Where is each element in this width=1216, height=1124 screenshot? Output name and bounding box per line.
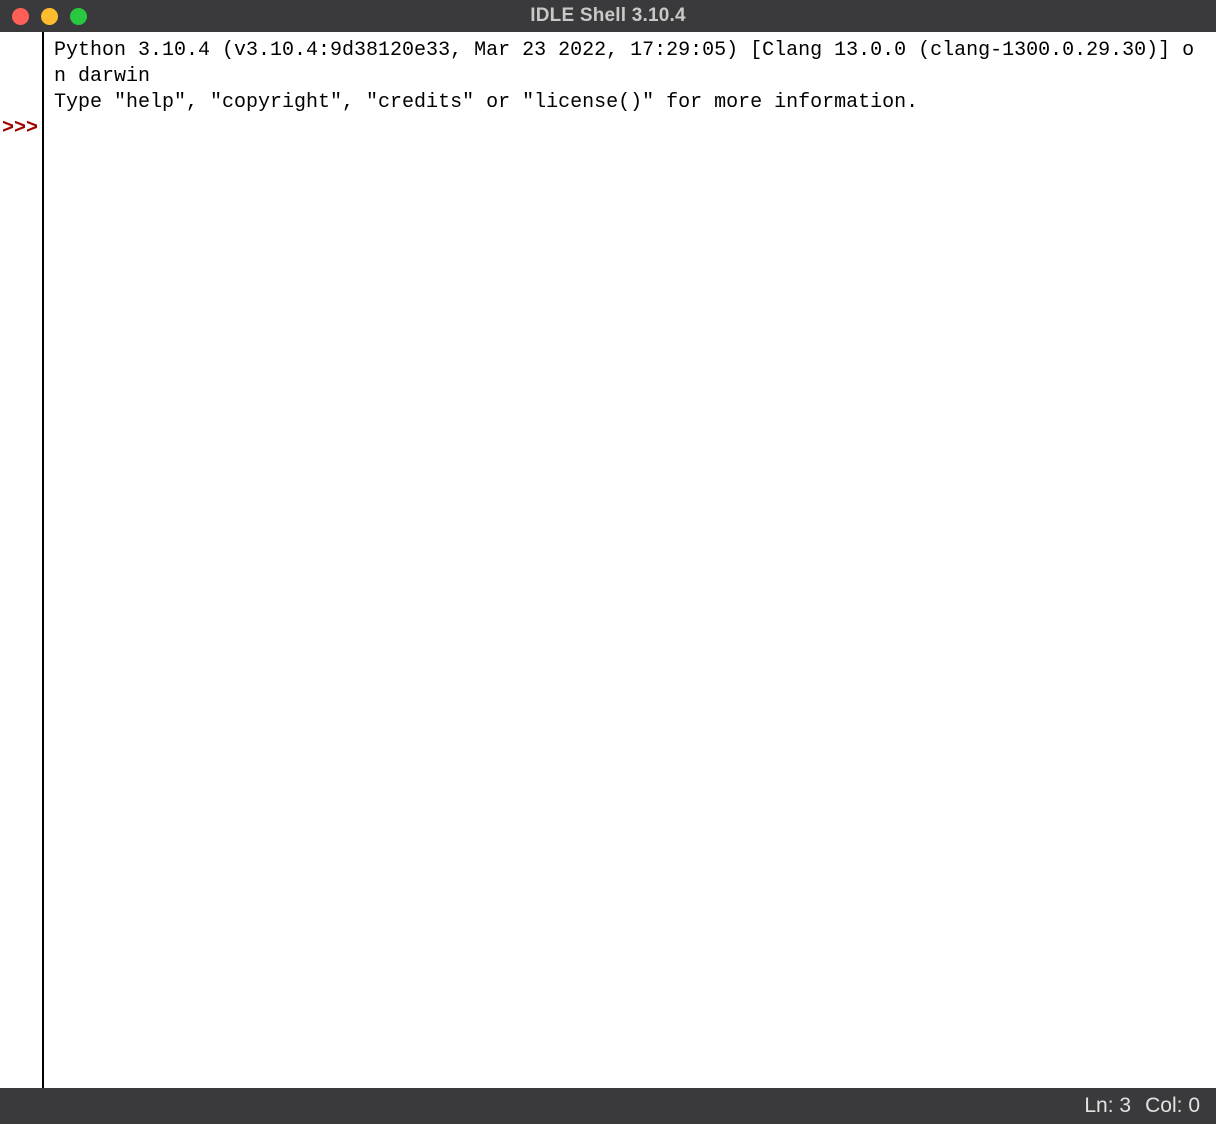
statusbar: Ln: 3 Col: 0 xyxy=(0,1088,1216,1124)
window-title: IDLE Shell 3.10.4 xyxy=(530,5,685,27)
blank-line xyxy=(26,91,38,114)
prompt: >>> xyxy=(2,117,38,140)
zoom-icon[interactable] xyxy=(70,8,87,25)
prompt-gutter: >>> xyxy=(0,32,44,1088)
titlebar: IDLE Shell 3.10.4 xyxy=(0,0,1216,32)
shell-output[interactable]: Python 3.10.4 (v3.10.4:9d38120e33, Mar 2… xyxy=(44,32,1216,1088)
col-indicator: Col: 0 xyxy=(1145,1094,1200,1118)
close-icon[interactable] xyxy=(12,8,29,25)
traffic-lights xyxy=(0,8,87,25)
blank-line xyxy=(26,65,38,88)
shell-content[interactable]: >>> Python 3.10.4 (v3.10.4:9d38120e33, M… xyxy=(0,32,1216,1088)
line-indicator: Ln: 3 xyxy=(1084,1094,1131,1118)
banner-line-1: Python 3.10.4 (v3.10.4:9d38120e33, Mar 2… xyxy=(54,39,1194,88)
banner-line-2: Type "help", "copyright", "credits" or "… xyxy=(54,91,918,114)
minimize-icon[interactable] xyxy=(41,8,58,25)
blank-line xyxy=(26,39,38,62)
